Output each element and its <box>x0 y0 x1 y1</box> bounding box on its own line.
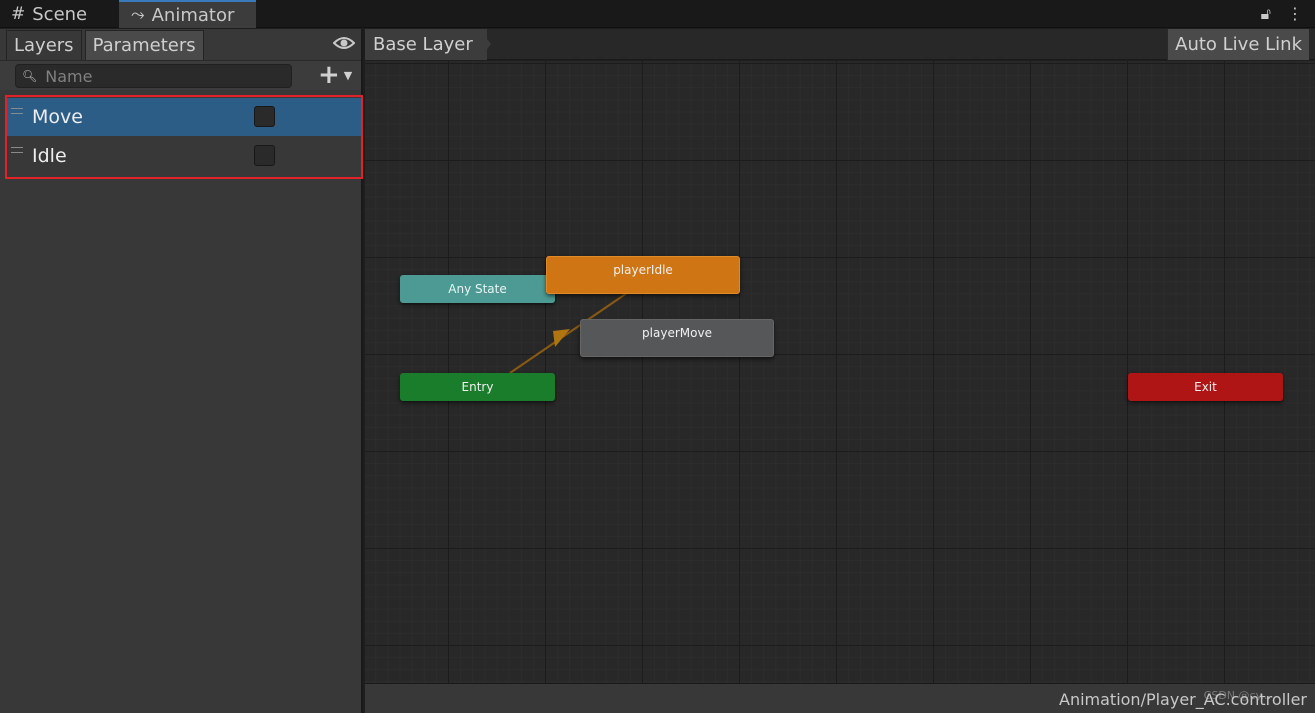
status-bar: CSDN @cy... Animation/Player_AC.controll… <box>365 683 1315 713</box>
window-tab-bar: # Scene ⤳ Animator 🔓︎ ⋮ <box>0 0 1315 28</box>
state-exit[interactable]: Exit <box>1128 373 1283 401</box>
tab-scene-label: Scene <box>32 3 88 25</box>
drag-handle-icon[interactable] <box>11 147 23 153</box>
graph-toolbar: Base Layer Auto Live Link <box>365 29 1315 60</box>
state-player-move[interactable]: playerMove <box>580 319 774 357</box>
state-player-idle[interactable]: playerIdle <box>546 256 740 294</box>
parameter-bool-toggle[interactable] <box>254 106 275 127</box>
parameter-list: Move Idle <box>5 95 363 179</box>
eye-icon[interactable] <box>333 35 355 51</box>
animator-icon: ⤳ <box>131 5 145 25</box>
parameter-search-row: 🔍︎ Name + ▼ <box>0 60 361 90</box>
controller-path: Animation/Player_AC.controller <box>1059 690 1307 709</box>
chevron-down-icon: ▼ <box>343 68 353 82</box>
drag-handle-icon[interactable] <box>11 108 23 114</box>
plus-icon: + <box>318 60 340 90</box>
transition-arrows <box>509 292 628 374</box>
breadcrumb-base-layer[interactable]: Base Layer <box>365 29 487 60</box>
subtab-parameters[interactable]: Parameters <box>84 30 204 60</box>
parameter-bool-toggle[interactable] <box>254 145 275 166</box>
breadcrumb-arrow <box>479 29 491 60</box>
animator-sidebar: Layers Parameters 🔍︎ Name + ▼ Move Idle <box>0 29 363 713</box>
tab-scene[interactable]: # Scene <box>0 0 116 28</box>
parameter-name[interactable]: Move <box>32 106 83 128</box>
parameter-row-move[interactable]: Move <box>7 98 361 136</box>
state-entry[interactable]: Entry <box>400 373 555 401</box>
subtab-layers[interactable]: Layers <box>6 30 82 60</box>
grid-icon: # <box>11 4 26 24</box>
tab-animator-label: Animator <box>151 4 235 26</box>
parameter-row-idle[interactable]: Idle <box>7 137 361 175</box>
auto-live-link-button[interactable]: Auto Live Link <box>1167 29 1309 60</box>
state-machine-graph[interactable]: Any State playerIdle playerMove Entry Ex… <box>365 61 1315 683</box>
lock-icon[interactable]: 🔓︎ <box>1261 4 1271 24</box>
search-icon: 🔍︎ <box>22 69 38 83</box>
state-any-state[interactable]: Any State <box>400 275 555 303</box>
parameter-search-input[interactable]: 🔍︎ Name <box>15 64 292 88</box>
tab-animator[interactable]: ⤳ Animator <box>119 0 256 28</box>
transition-arrowhead <box>553 329 570 347</box>
kebab-menu-icon[interactable]: ⋮ <box>1287 4 1303 24</box>
parameter-name[interactable]: Idle <box>32 145 67 167</box>
add-parameter-button[interactable]: + ▼ <box>318 60 353 90</box>
search-placeholder: Name <box>45 66 93 86</box>
